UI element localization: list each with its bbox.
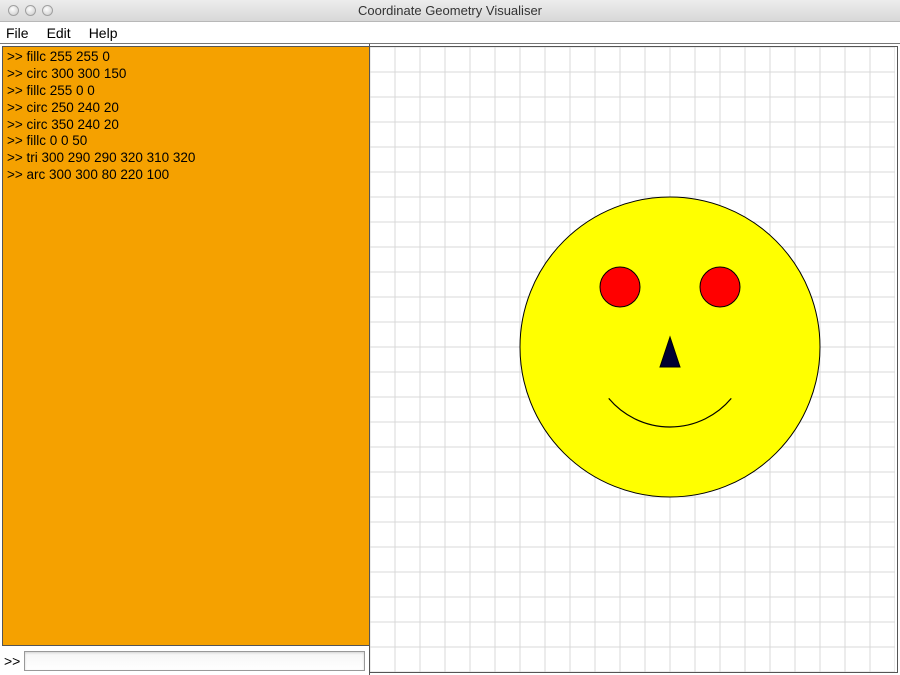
window-controls	[0, 5, 53, 16]
history-line: >> arc 300 300 80 220 100	[7, 167, 365, 184]
menubar: File Edit Help	[0, 22, 900, 44]
menu-help[interactable]: Help	[89, 25, 118, 41]
window-title: Coordinate Geometry Visualiser	[0, 3, 900, 18]
shape-circle	[700, 267, 740, 307]
history-line: >> tri 300 290 290 320 310 320	[7, 150, 365, 167]
history-line: >> circ 350 240 20	[7, 117, 365, 134]
history-line: >> fillc 255 255 0	[7, 49, 365, 66]
left-pane: >> fillc 255 255 0>> circ 300 300 150>> …	[0, 44, 370, 675]
titlebar: Coordinate Geometry Visualiser	[0, 0, 900, 22]
history-line: >> fillc 0 0 50	[7, 133, 365, 150]
command-input[interactable]	[24, 651, 365, 671]
shape-circle	[600, 267, 640, 307]
canvas-pane[interactable]	[370, 46, 898, 673]
zoom-window-icon[interactable]	[42, 5, 53, 16]
history-line: >> fillc 255 0 0	[7, 83, 365, 100]
prompt-label: >>	[4, 653, 20, 669]
command-input-row: >>	[0, 648, 369, 675]
close-window-icon[interactable]	[8, 5, 19, 16]
menu-edit[interactable]: Edit	[47, 25, 71, 41]
minimize-window-icon[interactable]	[25, 5, 36, 16]
console-history[interactable]: >> fillc 255 255 0>> circ 300 300 150>> …	[2, 46, 369, 646]
menu-file[interactable]: File	[6, 25, 29, 41]
drawing-canvas	[370, 47, 895, 673]
content: >> fillc 255 255 0>> circ 300 300 150>> …	[0, 44, 900, 675]
history-line: >> circ 250 240 20	[7, 100, 365, 117]
history-line: >> circ 300 300 150	[7, 66, 365, 83]
